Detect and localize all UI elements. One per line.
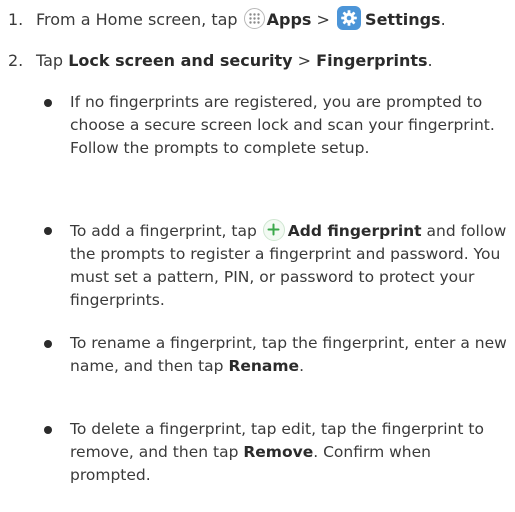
step-number: 1. [8,10,24,29]
step-2: 2. Tap Lock screen and security > Fingerp… [8,51,509,71]
bullet-dot-icon [44,227,52,235]
bullet-item-rename: To rename a fingerprint, tap the fingerp… [44,332,514,378]
step-number: 2. [8,51,24,70]
bullet-text-end: . [299,357,304,375]
add-fingerprint-label: Add fingerprint [287,222,422,240]
bullet-dot-icon [44,99,52,107]
bullet-text: If no fingerprints are registered, you a… [70,93,495,157]
step-end: . [427,51,433,70]
step-text: From a Home screen, tap [36,10,238,29]
step-1: 1. From a Home screen, tap Apps > Settin… [8,6,509,30]
instructions-page: 1. From a Home screen, tap Apps > Settin… [0,0,515,512]
remove-label: Remove [243,443,314,461]
separator-icon: > [297,51,312,70]
bullet-item-delete: To delete a fingerprint, tap edit, tap t… [44,418,514,487]
bullet-item-add-fingerprint: To add a fingerprint, tap Add fingerprin… [44,219,514,312]
separator-icon: > [316,10,330,29]
settings-label: Settings [365,10,441,29]
plus-circle-icon [262,219,285,241]
settings-gear-icon [337,6,362,30]
rename-label: Rename [228,357,300,375]
step-text: Tap [36,51,64,70]
apps-label: Apps [266,10,312,29]
bullet-dot-icon [44,340,52,348]
bullet-text: To add a fingerprint, tap [70,222,257,240]
bullet-item-no-fingerprints: If no fingerprints are registered, you a… [44,91,514,160]
bullet-dot-icon [44,426,52,434]
lock-screen-label: Lock screen and security [68,51,293,70]
fingerprints-label: Fingerprints [316,51,428,70]
step-end: . [440,10,446,29]
apps-grid-icon [243,8,265,29]
